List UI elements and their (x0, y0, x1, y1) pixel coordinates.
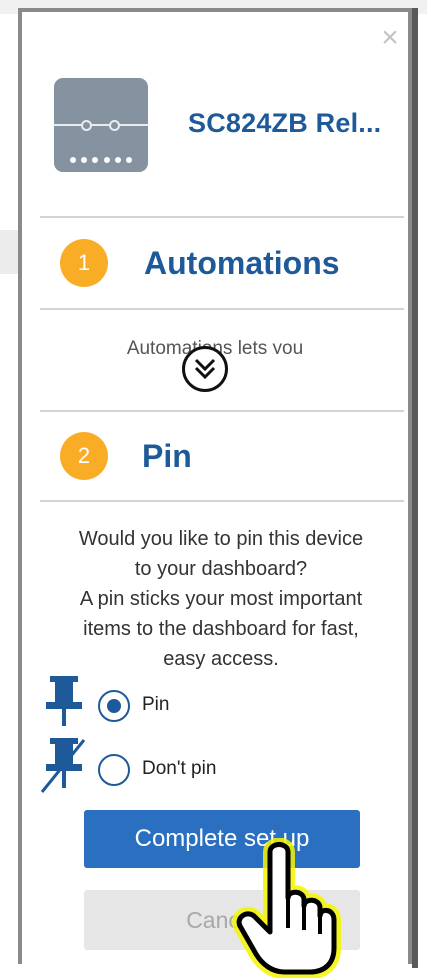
divider (40, 308, 404, 310)
step-1-badge: 1 (60, 239, 108, 287)
expand-chevrons-icon[interactable] (182, 346, 228, 392)
device-name: SC824ZB Rel... (188, 108, 382, 138)
panel-shadow (412, 8, 418, 968)
setup-dialog: × SC824ZB Rel... 1 Automations Automatio… (18, 8, 412, 978)
dont-pin-radio[interactable] (98, 754, 130, 786)
step-1-title: Automations (144, 245, 340, 281)
dont-pin-label: Don't pin (142, 758, 217, 779)
device-icon (54, 78, 148, 172)
unpin-icon (40, 738, 86, 793)
divider (40, 410, 404, 412)
close-icon[interactable]: × (378, 23, 402, 53)
divider (40, 500, 404, 502)
step-2-badge: 2 (60, 432, 108, 480)
pointer-hand-icon (232, 838, 341, 978)
step-2-title: Pin (142, 438, 192, 474)
divider (40, 216, 404, 218)
pin-radio[interactable] (98, 690, 130, 722)
pin-description: Would you like to pin this device to you… (78, 528, 364, 670)
pin-icon (46, 676, 82, 726)
background-strip (0, 230, 20, 274)
pin-label: Pin (142, 694, 170, 715)
